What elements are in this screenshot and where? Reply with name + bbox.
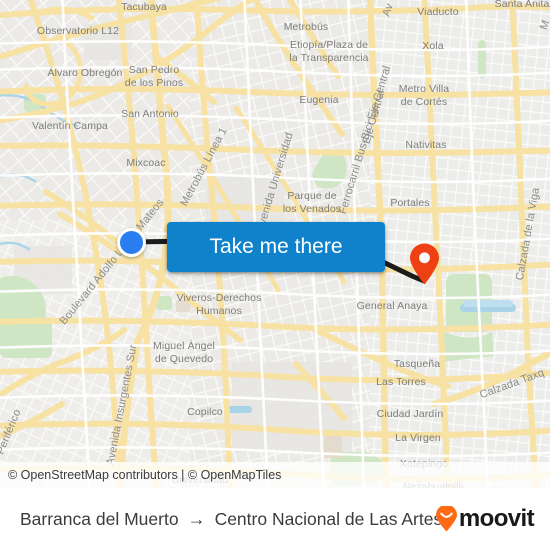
take-me-there-button[interactable]: Take me there — [167, 222, 385, 272]
trip-summary: Barranca del Muerto → Centro Nacional de… — [20, 509, 442, 530]
moovit-logo: moovit — [435, 505, 535, 533]
moovit-trip-screenshot: Tacubaya Observatorio L12 Álvaro Obregón Sa… — [0, 0, 550, 550]
origin-label: Barranca del Muerto — [20, 508, 179, 529]
map-attribution: © OpenStreetMap contributors | © OpenMap… — [0, 462, 550, 488]
destination-label: Centro Nacional de Las Artes — [214, 508, 443, 529]
moovit-wordmark: moovit — [458, 505, 535, 532]
footer-bar: Barranca del Muerto → Centro Nacional de… — [0, 488, 550, 550]
map-canvas[interactable]: Tacubaya Observatorio L12 Álvaro Obregón Sa… — [0, 0, 550, 488]
moovit-pin-icon — [435, 506, 457, 532]
arrow-icon: → — [187, 509, 206, 529]
